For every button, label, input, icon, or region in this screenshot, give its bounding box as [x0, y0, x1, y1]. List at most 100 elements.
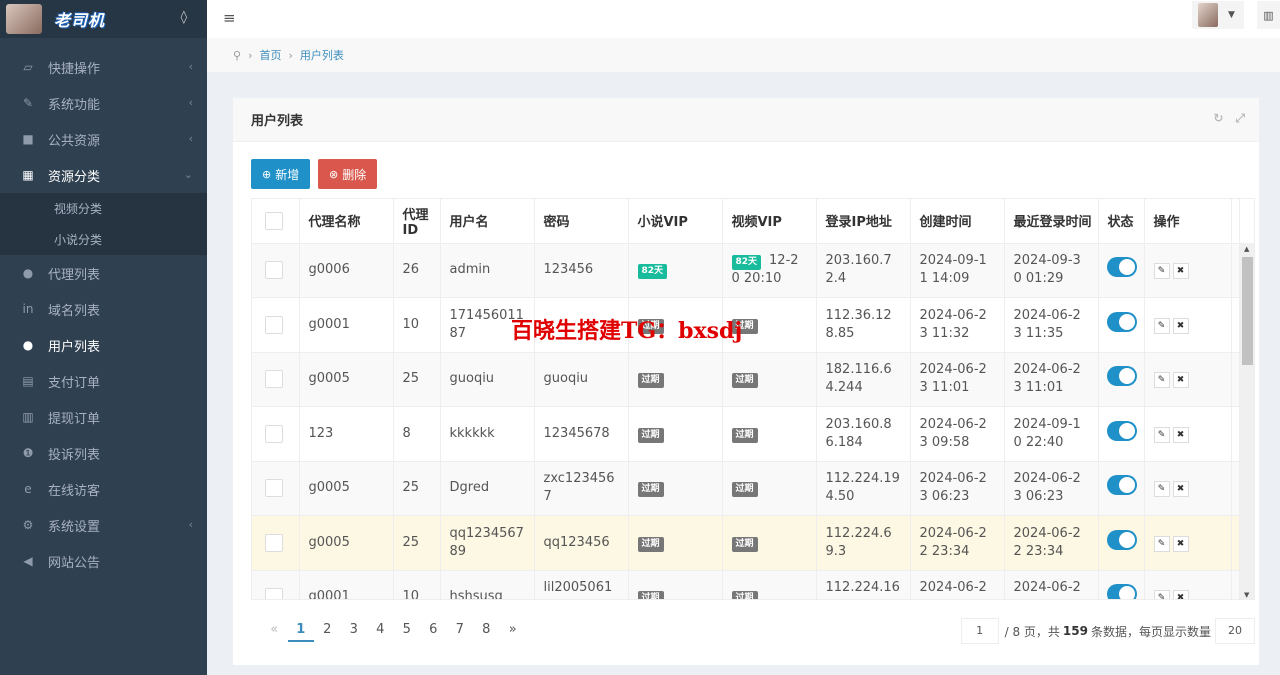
- cell-actions: ✎ ✖: [1144, 243, 1232, 298]
- edit-icon[interactable]: ✎: [1153, 481, 1170, 498]
- row-checkbox[interactable]: [265, 533, 283, 552]
- table-row[interactable]: g0005 25 Dgred zxc1234567 过期 过期 112.224.194.50…: [252, 461, 1240, 516]
- delete-icon[interactable]: ✖: [1172, 263, 1189, 280]
- cell-agent: g0001: [299, 297, 394, 353]
- sidebar-item[interactable]: ▱ 快捷操作 ‹: [0, 49, 207, 85]
- edit-icon[interactable]: ✎: [1153, 426, 1170, 443]
- status-toggle[interactable]: [1106, 475, 1137, 496]
- sidebar-item[interactable]: ❶ 投诉列表: [0, 435, 207, 471]
- trash-icon[interactable]: ▥: [1257, 1, 1280, 29]
- row-checkbox[interactable]: [265, 370, 283, 389]
- hamburger-menu-icon[interactable]: ≡: [223, 9, 236, 27]
- delete-icon[interactable]: ✖: [1172, 426, 1189, 443]
- pager-page[interactable]: 4: [367, 618, 394, 642]
- sidebar-item[interactable]: e 在线访客: [0, 471, 207, 507]
- column-header: 小说VIP: [628, 199, 723, 244]
- pager-page[interactable]: 3: [341, 618, 368, 642]
- pager-prev[interactable]: «: [261, 618, 288, 642]
- edit-icon[interactable]: ✎: [1153, 263, 1170, 280]
- cell-novel-vip: 过期: [628, 461, 723, 516]
- cell-novel-vip: 82天: [628, 243, 723, 298]
- delete-icon[interactable]: ✖: [1172, 535, 1189, 552]
- sidebar-item[interactable]: ▦ 资源分类 ⌄: [0, 157, 207, 193]
- table-row[interactable]: g000110hshsusglil20050615 过期 过期 112.224.160…: [252, 570, 1240, 599]
- sidebar-subitem[interactable]: 小说分类: [0, 224, 207, 255]
- chevron-left-icon: ‹: [188, 60, 193, 73]
- gear-icon: ⚙: [22, 518, 34, 532]
- status-toggle[interactable]: [1106, 257, 1137, 278]
- pager-page[interactable]: 6: [420, 618, 447, 642]
- row-checkbox[interactable]: [265, 588, 283, 599]
- expand-icon[interactable]: ⤢: [1235, 111, 1245, 126]
- sidebar-item[interactable]: ■ 公共资源 ‹: [0, 121, 207, 157]
- sidebar-subitem[interactable]: 视频分类: [0, 193, 207, 224]
- scroll-down-icon[interactable]: ▼: [1244, 591, 1249, 599]
- status-toggle[interactable]: [1106, 311, 1137, 332]
- refresh-icon[interactable]: ↻: [1213, 111, 1223, 126]
- sidebar-item-label: 系统功能: [48, 97, 101, 113]
- cell-created: 2024-06-23 11:01: [910, 352, 1005, 407]
- cell-username: kkkkkk: [440, 406, 535, 462]
- edit-icon[interactable]: ✎: [1153, 317, 1170, 334]
- column-header: 代理ID: [393, 199, 441, 244]
- delete-icon[interactable]: ✖: [1172, 372, 1189, 389]
- status-toggle[interactable]: [1106, 584, 1137, 599]
- pager-page[interactable]: 2: [314, 618, 341, 642]
- vertical-scrollbar[interactable]: ▲ ▼: [1239, 243, 1254, 599]
- delete-icon[interactable]: ✖: [1172, 590, 1189, 599]
- cell-last-login: 2024-06-23 11:35: [1004, 297, 1099, 353]
- scroll-up-icon[interactable]: ▲: [1244, 245, 1249, 253]
- table-row[interactable]: g0005 25 guoqiu guoqiu 过期 过期 182.116.64.244 202…: [252, 352, 1240, 407]
- cell-status: [1098, 243, 1145, 298]
- page-size-input[interactable]: 20: [1215, 618, 1255, 644]
- table-row[interactable]: g0006 26 admin 123456 82天 82天 12-20 20:10 203.1…: [252, 243, 1240, 298]
- sidebar-item[interactable]: in 域名列表: [0, 291, 207, 327]
- breadcrumb-current[interactable]: 用户列表: [300, 47, 344, 63]
- table-row[interactable]: g0001 10 17145601187 过期 过期 112.36.128.85 2024-…: [252, 297, 1240, 353]
- pager-page[interactable]: 8: [473, 618, 500, 642]
- video-vip-badge: 过期: [731, 373, 758, 389]
- cell-agent-id: 26: [393, 243, 441, 298]
- row-checkbox[interactable]: [265, 315, 283, 334]
- status-toggle[interactable]: [1106, 420, 1137, 441]
- delete-icon[interactable]: ✖: [1172, 317, 1189, 334]
- pager-next[interactable]: »: [500, 618, 527, 642]
- page-number-input[interactable]: 1: [960, 618, 999, 644]
- panel-title: 用户列表: [251, 114, 304, 129]
- scrollbar-thumb[interactable]: [1242, 257, 1253, 365]
- sidebar-item[interactable]: ▥ 提现订单: [0, 399, 207, 435]
- sidebar-item[interactable]: ✎ 系统功能 ‹: [0, 85, 207, 121]
- edit-icon[interactable]: ✎: [1153, 590, 1170, 599]
- cell-status: [1098, 570, 1145, 599]
- row-checkbox[interactable]: [265, 424, 283, 443]
- sidebar-item[interactable]: ● 代理列表: [0, 255, 207, 291]
- select-all-checkbox[interactable]: [265, 211, 283, 230]
- watermark-text: 百晓生搭建TG：bxsdj: [511, 318, 743, 344]
- edit-icon[interactable]: ✎: [1153, 372, 1170, 389]
- droplet-icon[interactable]: ◊: [181, 10, 187, 25]
- cell-created: 2024-06-23 06:23: [910, 461, 1005, 516]
- table-row[interactable]: g0005 25 qq123456789 qq123456 过期 过期 112.224.69…: [252, 515, 1240, 571]
- delete-button[interactable]: ⊗ 删除: [318, 159, 378, 189]
- breadcrumb-home[interactable]: 首页: [259, 47, 281, 63]
- breadcrumb-separator: ›: [288, 48, 293, 62]
- row-checkbox[interactable]: [265, 479, 283, 498]
- user-menu-button[interactable]: ▼: [1192, 1, 1244, 29]
- status-toggle[interactable]: [1106, 366, 1137, 387]
- row-checkbox[interactable]: [265, 261, 283, 280]
- pager-page[interactable]: 7: [447, 618, 474, 642]
- user-table-container: 代理名称 代理ID 用户名 密码 小说VIP 视频VIP 登录IP地址 创建时间 最近登录时间状…: [251, 198, 1255, 600]
- pager-page[interactable]: 5: [394, 618, 421, 642]
- edit-icon[interactable]: ✎: [1153, 535, 1170, 552]
- sidebar-item[interactable]: ● 用户列表: [0, 327, 207, 363]
- pager-page[interactable]: 1: [287, 618, 314, 642]
- delete-icon[interactable]: ✖: [1172, 481, 1189, 498]
- cell-video-vip: 过期: [722, 515, 817, 571]
- status-toggle[interactable]: [1106, 529, 1137, 550]
- column-header: 创建时间: [910, 199, 1005, 244]
- sidebar-item[interactable]: ◀ 网站公告: [0, 543, 207, 579]
- table-row[interactable]: 123 8 kkkkkk 12345678 过期 过期 203.160.86.184 2024…: [252, 406, 1240, 462]
- sidebar-item[interactable]: ▤ 支付订单: [0, 363, 207, 399]
- sidebar-item[interactable]: ⚙ 系统设置 ‹: [0, 507, 207, 543]
- add-button[interactable]: ⊕ 新增: [251, 159, 311, 189]
